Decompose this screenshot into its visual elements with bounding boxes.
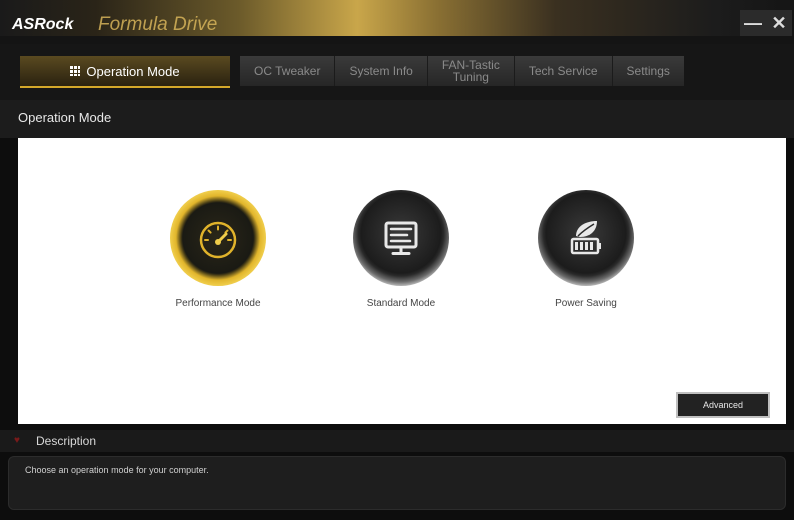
tab-bar: Operation Mode OC Tweaker System Info FA… — [0, 44, 794, 100]
tab-operation-mode[interactable]: Operation Mode — [20, 56, 230, 88]
performance-mode-option[interactable]: Performance Mode — [158, 190, 278, 309]
operation-mode-panel: Performance Mode Standard Mode Power Sav… — [18, 138, 786, 424]
tab-list: OC Tweaker System Info FAN-Tastic Tuning… — [240, 56, 684, 86]
description-title: Description — [36, 434, 97, 448]
title-bar-stripe — [0, 36, 794, 44]
power-saving-button[interactable] — [538, 190, 634, 286]
minimize-button[interactable]: — — [740, 10, 766, 36]
app-window: ASRock Formula Drive — ✕ Operation Mode … — [0, 0, 794, 520]
tab-tech-service[interactable]: Tech Service — [515, 56, 613, 86]
grid-icon — [70, 66, 81, 76]
standard-mode-label: Standard Mode — [366, 298, 436, 309]
monitor-icon — [384, 221, 418, 255]
description-box: Choose an operation mode for your comput… — [8, 456, 786, 510]
description-header: ♥ Description — [0, 430, 794, 452]
performance-mode-label: Performance Mode — [175, 298, 261, 309]
performance-mode-button[interactable] — [170, 190, 266, 286]
tab-oc-tweaker[interactable]: OC Tweaker — [240, 56, 336, 86]
section-title: Operation Mode — [18, 110, 112, 125]
power-saving-label: Power Saving — [555, 298, 617, 309]
speedometer-icon — [199, 221, 237, 259]
leaf-battery-icon — [570, 221, 601, 255]
close-button[interactable]: ✕ — [766, 10, 792, 36]
power-saving-option[interactable]: Power Saving — [526, 190, 646, 309]
tab-fan-tastic-tuning[interactable]: FAN-Tastic Tuning — [428, 56, 515, 86]
advanced-button[interactable]: Advanced — [676, 392, 770, 418]
standard-mode-option[interactable]: Standard Mode — [341, 190, 461, 309]
description-text: Choose an operation mode for your comput… — [25, 465, 209, 475]
tab-system-info[interactable]: System Info — [335, 56, 428, 86]
title-bar: ASRock Formula Drive — ✕ — [0, 0, 794, 44]
standard-mode-button[interactable] — [353, 190, 449, 286]
app-title: Formula Drive — [98, 14, 218, 35]
section-header: Operation Mode — [0, 100, 794, 138]
asrock-logo: ASRock — [12, 16, 74, 33]
heart-icon: ♥ — [14, 435, 20, 446]
tab-settings[interactable]: Settings — [613, 56, 684, 86]
tab-operation-mode-label: Operation Mode — [86, 63, 180, 79]
